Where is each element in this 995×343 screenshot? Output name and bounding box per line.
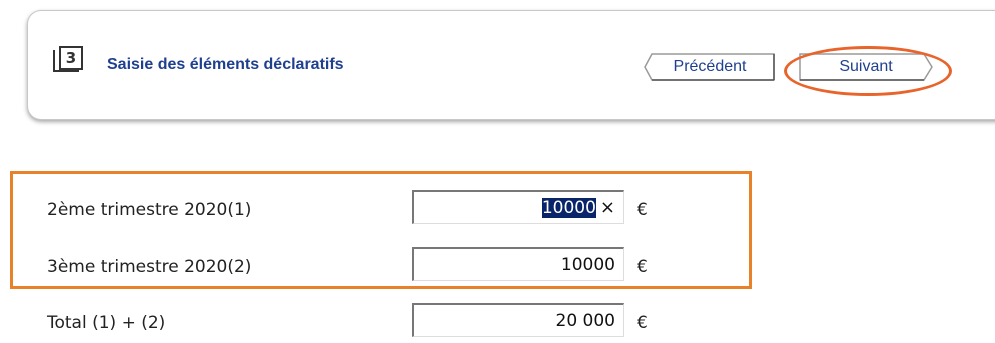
- q3-value: 10000: [560, 255, 615, 275]
- step-title: Saisie des éléments déclaratifs: [107, 56, 344, 73]
- q3-unit: €: [637, 257, 648, 277]
- clear-icon[interactable]: ×: [600, 197, 615, 218]
- next-button[interactable]: Suivant: [798, 53, 934, 81]
- previous-button[interactable]: Précédent: [644, 53, 776, 81]
- total-label: Total (1) + (2): [47, 313, 166, 333]
- q2-label: 2ème trimestre 2020(1): [47, 200, 252, 220]
- total-input: 20 000: [412, 303, 624, 337]
- form-row-q3: 3ème trimestre 2020(2) 10000 €: [0, 247, 995, 287]
- step-number: 3: [59, 46, 83, 70]
- step-3-icon: 3: [53, 46, 83, 72]
- form-row-total: Total (1) + (2) 20 000 €: [0, 303, 995, 343]
- previous-button-label: Précédent: [673, 58, 747, 75]
- q3-label: 3ème trimestre 2020(2): [47, 257, 252, 277]
- q3-input[interactable]: 10000: [412, 247, 624, 281]
- next-button-label: Suivant: [839, 58, 893, 75]
- total-unit: €: [637, 313, 648, 333]
- q2-value: 10000: [541, 198, 596, 218]
- q2-unit: €: [637, 200, 648, 220]
- form-row-q2: 2ème trimestre 2020(1) 10000 × €: [0, 190, 995, 230]
- q2-input[interactable]: 10000 ×: [412, 190, 624, 224]
- total-value: 20 000: [555, 311, 615, 331]
